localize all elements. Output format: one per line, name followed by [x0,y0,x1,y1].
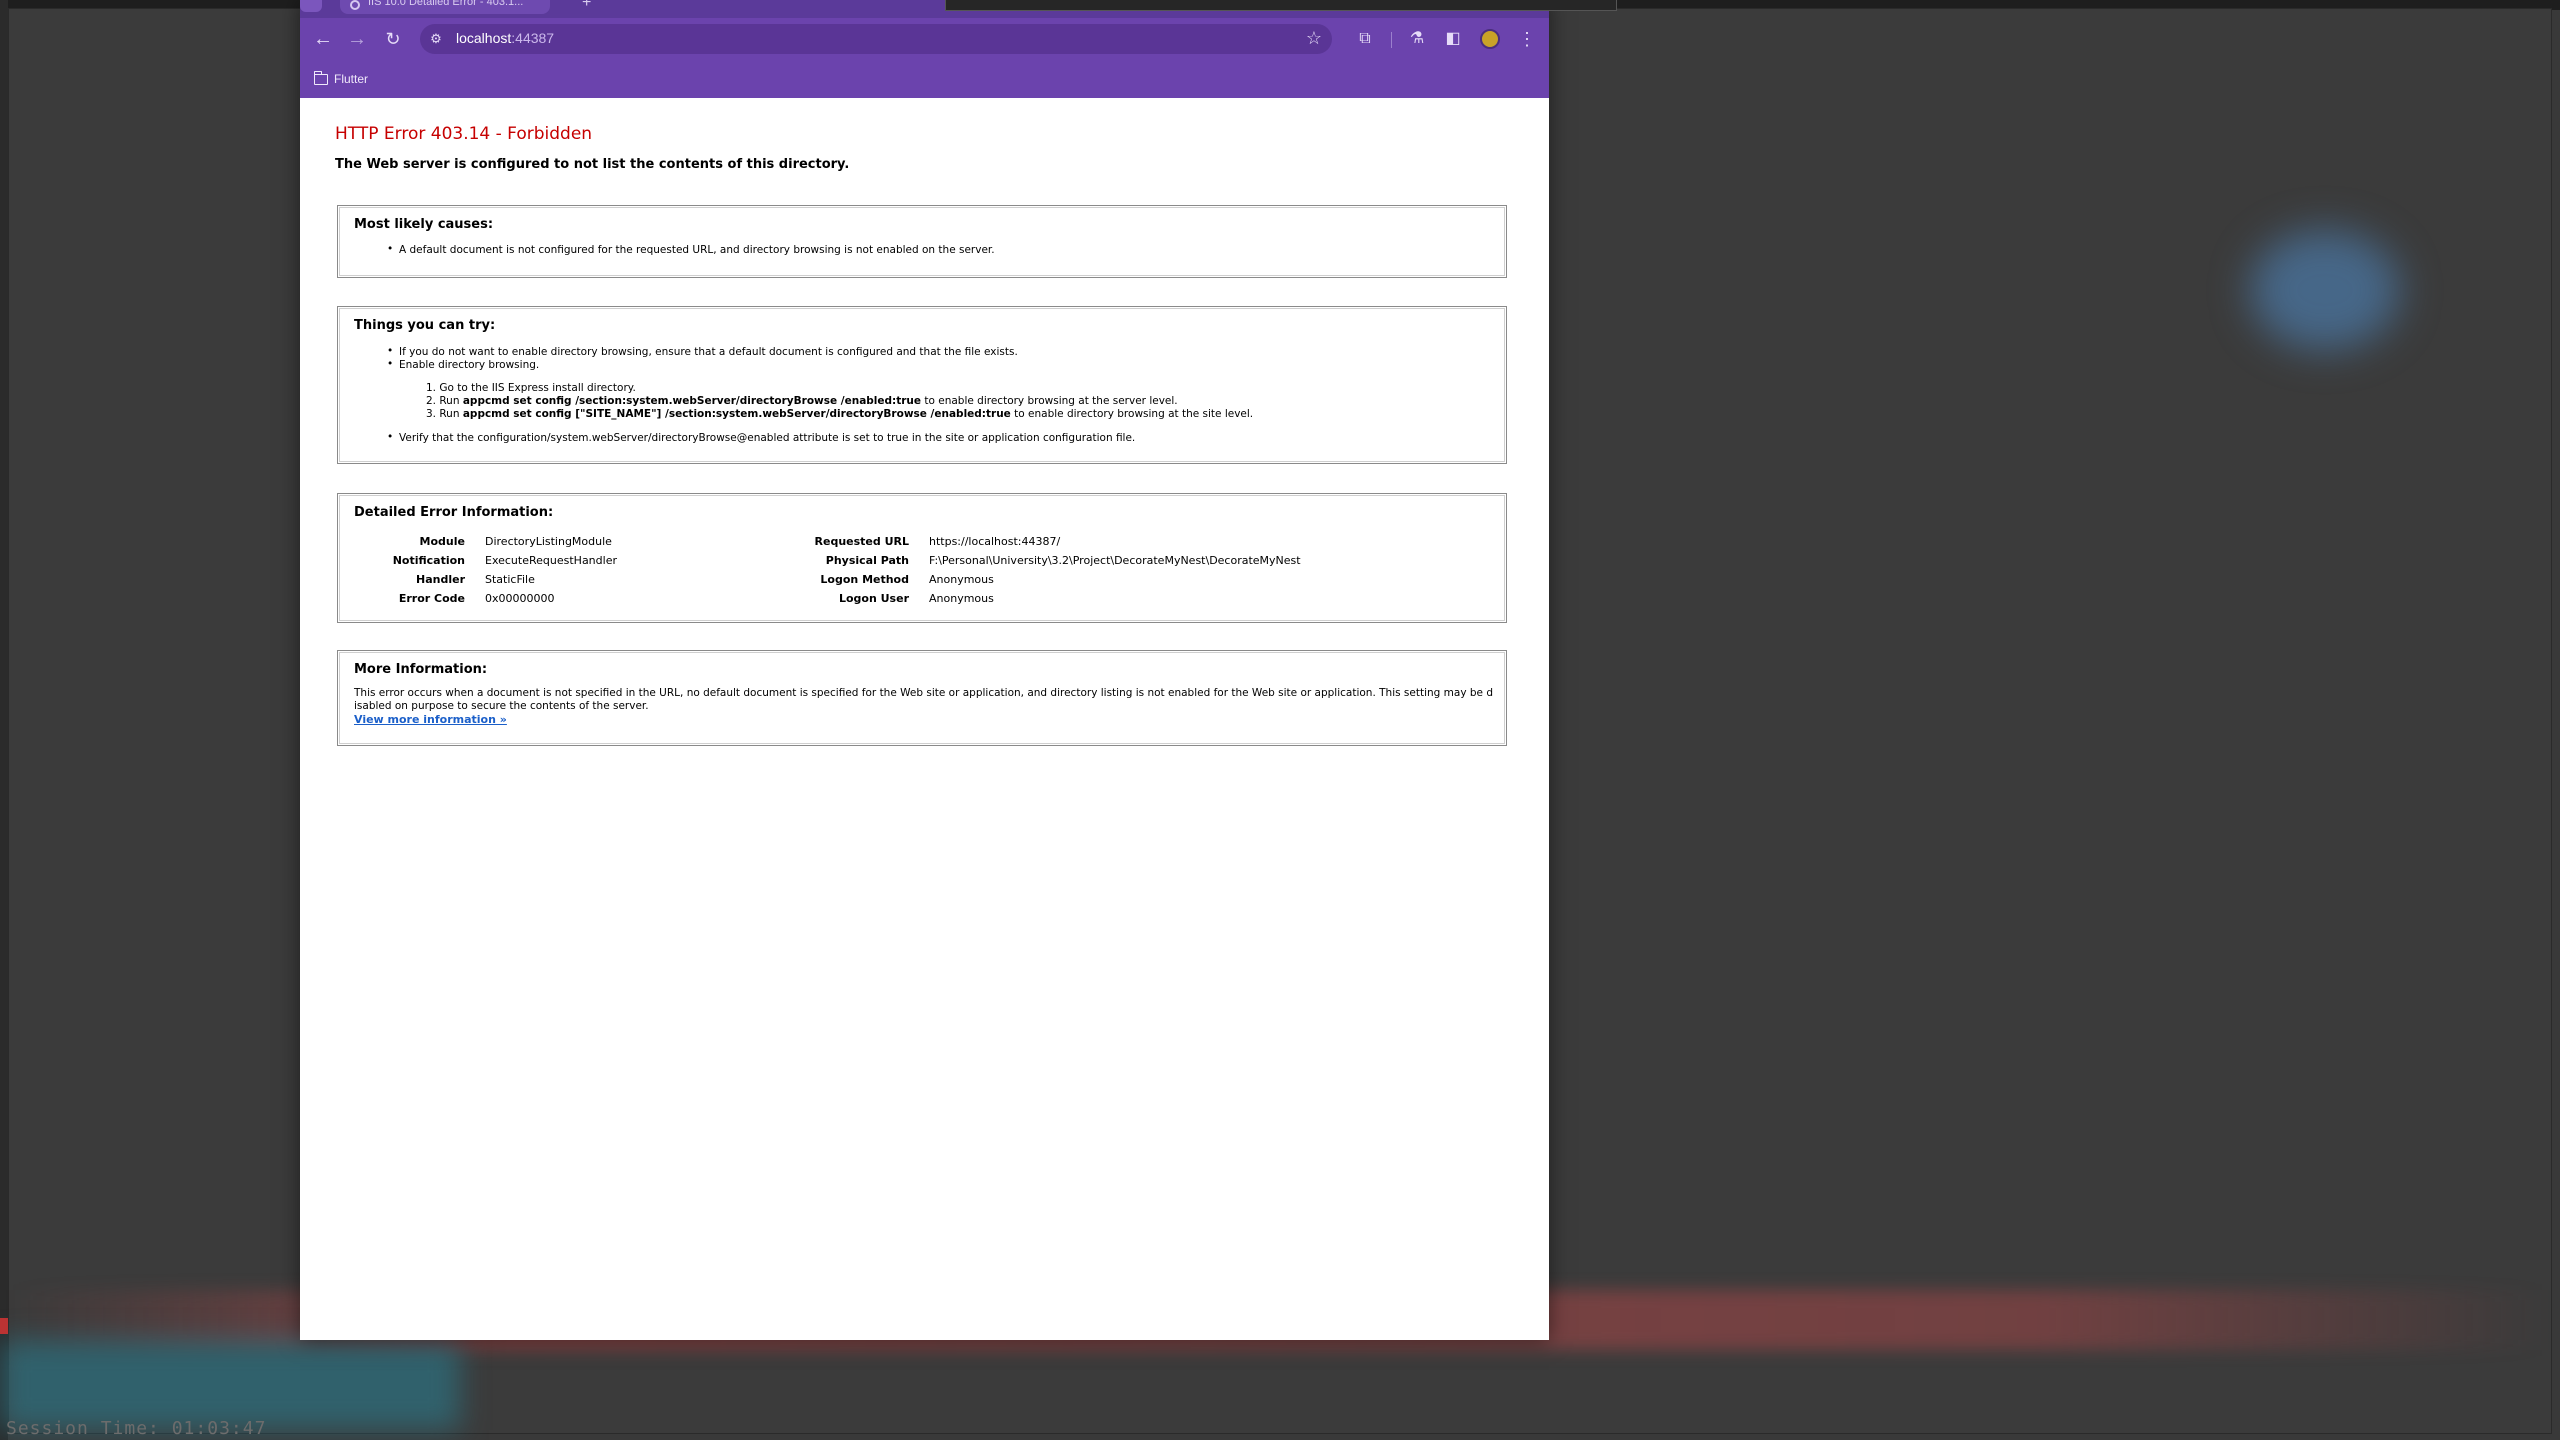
detail-value-error-code: 0x00000000 [485,592,555,605]
bookmark-label: Flutter [334,72,369,86]
blurred-light [2250,230,2400,350]
url-host: localhost [456,30,512,46]
tab-title: IIS 10.0 Detailed Error - 403.1... [368,0,524,8]
step-3-command: appcmd set config ["SITE_NAME"] /section… [462,408,1011,420]
more-info-heading: More Information: [354,662,488,677]
url-port: :44387 [511,30,555,46]
step-3-pre: Run [439,408,463,420]
detail-label-handler: Handler [416,573,465,586]
menu-icon[interactable]: ⋮ [1514,26,1540,52]
folder-icon [313,70,328,85]
details-heading: Detailed Error Information: [354,505,554,520]
toolbar-separator [1391,32,1392,48]
error-title: HTTP Error 403.14 - Forbidden [335,124,593,144]
bookmark-flutter[interactable]: Flutter [313,69,369,89]
try-step-1: 1. Go to the IIS Express install directo… [426,382,636,394]
details-panel: Detailed Error Information: Module Direc… [337,493,1507,623]
desktop-left-strip [0,0,8,1440]
overlay-window-edge [945,0,1617,11]
step-3-post: to enable directory browsing at the site… [1010,408,1254,420]
extensions-icon[interactable]: ⧉ [1352,26,1378,52]
bookmark-star-icon[interactable]: ☆ [1306,28,1322,49]
try-item-verify-config: Verify that the configuration/system.web… [387,431,1135,444]
cause-item: A default document is not configured for… [387,243,995,256]
bookmarks-bar: Flutter [300,60,1549,98]
detail-value-requested-url: https://localhost:44387/ [929,535,1061,548]
causes-panel: Most likely causes: A default document i… [337,205,1507,278]
browser-toolbar: ← → ↻ ⚙ localhost:44387 ☆ ⧉ ⚗ ◧ ⋮ [300,18,1549,60]
detail-label-logon-method: Logon Method [820,573,909,586]
view-more-info-link[interactable]: View more information » [354,713,507,726]
labs-icon[interactable]: ⚗ [1404,26,1430,52]
tab-search-button[interactable] [300,0,322,12]
more-info-text: This error occurs when a document is not… [354,687,1494,712]
step-2-pre: Run [439,395,463,407]
error-subtitle: The Web server is configured to not list… [335,157,850,172]
causes-heading: Most likely causes: [354,217,494,232]
try-step-3: 3. Run appcmd set config ["SITE_NAME"] /… [426,408,1254,420]
try-heading: Things you can try: [354,318,496,333]
detail-value-module: DirectoryListingModule [485,535,612,548]
step-2-command: appcmd set config /section:system.webSer… [462,395,922,407]
url-text[interactable]: localhost:44387 [456,30,554,46]
tab-strip: IIS 10.0 Detailed Error - 403.1... + [300,0,1617,18]
profile-avatar[interactable] [1480,29,1500,49]
try-step-2: 2. Run appcmd set config /section:system… [426,395,1178,407]
detail-label-logon-user: Logon User [838,592,909,605]
page-content: HTTP Error 403.14 - Forbidden The Web se… [300,98,1549,1340]
tab-favicon-icon [350,0,360,10]
detail-value-physical-path: F:\Personal\University\3.2\Project\Decor… [929,554,1301,567]
try-item-default-doc: If you do not want to enable directory b… [387,345,1018,358]
detail-value-notification: ExecuteRequestHandler [485,554,617,567]
side-panel-icon[interactable]: ◧ [1440,26,1466,52]
blurred-teal-band [0,1340,460,1430]
detail-value-handler: StaticFile [485,573,535,586]
forward-icon[interactable]: → [344,26,370,52]
detail-label-requested-url: Requested URL [814,535,909,548]
browser-window: IIS 10.0 Detailed Error - 403.1... + ← →… [300,0,1617,1340]
try-panel: Things you can try: If you do not want t… [337,306,1507,464]
session-status-text: Session Time: 01:03:47 [6,1418,267,1439]
site-info-icon[interactable]: ⚙ [428,31,444,47]
detail-value-logon-user: Anonymous [929,592,994,605]
detail-label-physical-path: Physical Path [825,554,909,567]
address-bar[interactable]: ⚙ localhost:44387 ☆ [420,24,1332,54]
more-info-panel: More Information: This error occurs when… [337,650,1507,746]
step-1-text: Go to the IIS Express install directory. [439,382,636,394]
back-icon[interactable]: ← [310,26,336,52]
new-tab-button[interactable]: + [582,0,591,12]
desktop-marker [0,1318,8,1334]
try-item-enable-browsing: Enable directory browsing. [387,358,539,371]
detail-label-notification: Notification [392,554,465,567]
detail-value-logon-method: Anonymous [929,573,994,586]
reload-icon[interactable]: ↻ [380,26,406,52]
step-2-post: to enable directory browsing at the serv… [921,395,1178,407]
detail-label-error-code: Error Code [398,592,465,605]
detail-label-module: Module [419,535,465,548]
